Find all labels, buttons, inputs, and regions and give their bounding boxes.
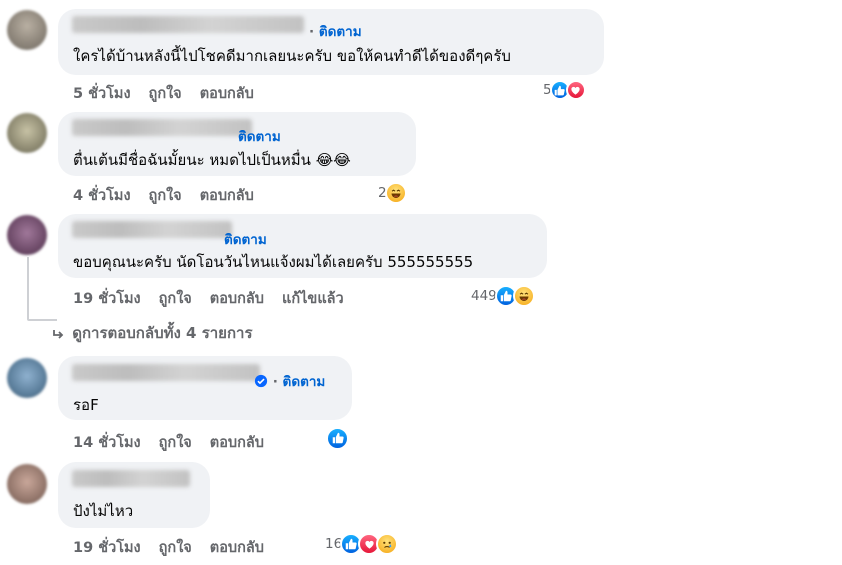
- verified-icon: [254, 374, 268, 388]
- follow-button[interactable]: · ติดตาม: [309, 20, 362, 42]
- reply-button[interactable]: ตอบกลับ: [200, 82, 254, 105]
- reply-text: ปังไม่ไหว: [73, 502, 134, 520]
- timestamp[interactable]: 4 ชั่วโมง: [73, 184, 131, 207]
- view-replies-label: ดูการตอบกลับทั้ง 4 รายการ: [72, 324, 253, 342]
- timestamp[interactable]: 19 ชั่วโมง: [73, 287, 141, 310]
- like-icon: [326, 426, 349, 450]
- edited-label[interactable]: แก้ไขแล้ว: [282, 287, 344, 310]
- view-replies-link[interactable]: ดูการตอบกลับทั้ง 4 รายการ: [52, 321, 253, 345]
- follow-button[interactable]: ติดตาม: [224, 228, 267, 250]
- timestamp[interactable]: 19 ชั่วโมง: [73, 536, 141, 559]
- sad-icon: [376, 533, 399, 555]
- reply-actions: 19 ชั่วโมง ถูกใจ ตอบกลับ: [73, 536, 264, 559]
- reaction-summary[interactable]: 5: [543, 79, 586, 101]
- reply-button[interactable]: ตอบกลับ: [210, 287, 264, 310]
- timestamp[interactable]: 5 ชั่วโมง: [73, 82, 131, 105]
- reaction-summary[interactable]: 449: [471, 285, 535, 307]
- author-name[interactable]: [72, 470, 190, 487]
- reaction-summary[interactable]: 2: [378, 182, 407, 204]
- comment-text: ใครได้บ้านหลังนี้ไปโชคดีมากเลยนะครับ ขอใ…: [73, 47, 511, 65]
- follow-button[interactable]: ติดตาม: [238, 125, 281, 147]
- like-button[interactable]: ถูกใจ: [149, 82, 182, 105]
- thread-line: [27, 257, 29, 319]
- comment-actions: 4 ชั่วโมง ถูกใจ ตอบกลับ: [73, 184, 254, 207]
- like-button[interactable]: ถูกใจ: [159, 287, 192, 310]
- reply-button[interactable]: ตอบกลับ: [200, 184, 254, 207]
- avatar[interactable]: [7, 113, 47, 153]
- haha-icon: [384, 182, 407, 204]
- comment-text: ตื่นเต้นมีชื่อฉันมั้ยนะ หมดไปเป็นหมื่น 😂…: [73, 151, 351, 169]
- avatar[interactable]: [7, 10, 47, 50]
- avatar[interactable]: [7, 358, 47, 398]
- avatar[interactable]: [7, 215, 47, 255]
- reply-button[interactable]: ตอบกลับ: [210, 536, 264, 559]
- reply-arrow-icon: [53, 329, 64, 339]
- reply-actions: 14 ชั่วโมง ถูกใจ ตอบกลับ: [73, 431, 264, 454]
- reply-text: รอF: [73, 396, 99, 414]
- timestamp[interactable]: 14 ชั่วโมง: [73, 431, 141, 454]
- author-name[interactable]: [72, 364, 260, 381]
- comment-text: ขอบคุณนะครับ นัดโอนวันไหนแจ้งผมได้เลยครั…: [73, 253, 474, 271]
- reaction-summary[interactable]: 16: [325, 533, 399, 555]
- reply-button[interactable]: ตอบกลับ: [210, 431, 264, 454]
- haha-icon: [512, 285, 535, 307]
- like-button[interactable]: ถูกใจ: [149, 184, 182, 207]
- author-name[interactable]: [72, 119, 252, 136]
- comment-actions: 19 ชั่วโมง ถูกใจ ตอบกลับ แก้ไขแล้ว: [73, 287, 344, 310]
- love-icon: [565, 80, 586, 100]
- like-button[interactable]: ถูกใจ: [159, 431, 192, 454]
- comment-actions: 5 ชั่วโมง ถูกใจ ตอบกลับ: [73, 82, 254, 105]
- like-button[interactable]: ถูกใจ: [159, 536, 192, 559]
- avatar[interactable]: [7, 464, 47, 504]
- author-name[interactable]: [72, 221, 232, 238]
- reaction-count: 449: [471, 288, 497, 304]
- reaction-summary[interactable]: [326, 426, 349, 450]
- follow-button[interactable]: · ติดตาม: [254, 370, 325, 392]
- author-name[interactable]: [72, 16, 304, 33]
